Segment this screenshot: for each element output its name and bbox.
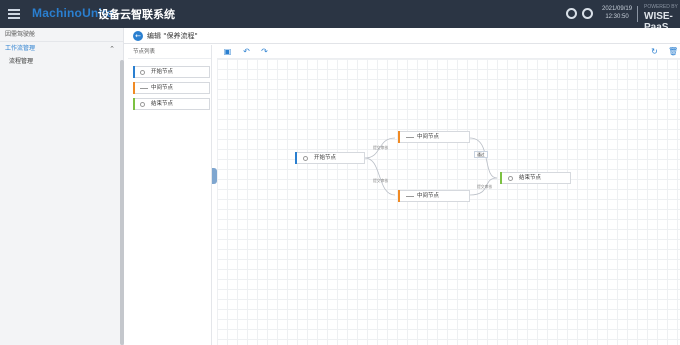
- sidebar-item-cockpit[interactable]: 因需驾驶舱: [0, 28, 123, 42]
- app-title: 设备云智联系统: [98, 8, 175, 21]
- node-color-bar: [398, 131, 400, 143]
- node-template-label: 中间节点: [151, 85, 174, 91]
- sidebar-scrollbar[interactable]: [120, 60, 124, 345]
- sidebar-group-label: 工作流管理: [5, 45, 36, 52]
- node-template-start[interactable]: 开始节点: [133, 66, 210, 78]
- powered-by-text: POWERED BY: [644, 4, 678, 10]
- dash-icon: [406, 137, 414, 138]
- page-title: 编辑 "保养流程": [147, 32, 198, 40]
- time-text: 12:30:50: [605, 14, 629, 20]
- help-icon[interactable]: [566, 8, 577, 19]
- sidebar-item-process-management[interactable]: 流程管理: [0, 56, 123, 68]
- node-color-bar: [398, 190, 400, 202]
- node-list-panel: 节点列表 开始节点 中间节点 结束节点: [128, 45, 212, 345]
- back-arrow-icon[interactable]: ←: [133, 31, 143, 41]
- edge-mid1-end: [469, 137, 498, 179]
- flow-node-middle-1[interactable]: 中间节点: [398, 131, 470, 143]
- page-header: ← 编辑 "保养流程": [124, 28, 680, 44]
- top-bar: MachinoUnite 设备云智联系统 2021/09/19 12:30:50…: [0, 0, 680, 33]
- dash-icon: [406, 196, 414, 197]
- node-template-end[interactable]: 结束节点: [133, 98, 210, 110]
- node-color-bar: [133, 98, 135, 110]
- edge-label-selected[interactable]: 通过: [474, 151, 488, 158]
- node-color-bar: [500, 172, 502, 184]
- flow-node-end[interactable]: 结束节点: [500, 172, 571, 184]
- date-text: 2021/09/19: [602, 6, 633, 12]
- edge-start-mid2: [364, 157, 396, 196]
- edge-label: 提交审核: [477, 184, 493, 189]
- flow-node-label: 开始节点: [314, 155, 337, 161]
- chevron-up-icon: ⌃: [109, 45, 115, 53]
- flow-node-start[interactable]: 开始节点: [295, 152, 365, 164]
- menu-icon[interactable]: [8, 7, 20, 19]
- node-color-bar: [295, 152, 297, 164]
- dash-icon: [140, 88, 148, 89]
- node-template-middle[interactable]: 中间节点: [133, 82, 210, 94]
- sidebar-group-workflow[interactable]: 工作流管理 ⌃: [0, 42, 123, 56]
- flow-node-label: 中间节点: [417, 134, 440, 140]
- flow-node-middle-2[interactable]: 中间节点: [398, 190, 470, 202]
- datetime: 2021/09/19 12:30:50: [602, 5, 632, 21]
- circle-icon: [508, 176, 513, 181]
- circle-icon: [140, 102, 145, 107]
- node-color-bar: [133, 82, 135, 94]
- node-color-bar: [133, 66, 135, 78]
- divider: [637, 6, 638, 22]
- node-list-title: 节点列表: [128, 45, 211, 59]
- node-template-label: 开始节点: [151, 69, 174, 75]
- flow-node-label: 中间节点: [417, 193, 440, 199]
- circle-icon: [303, 156, 308, 161]
- edge-label: 提交审核: [373, 178, 389, 183]
- edge-label: 提交审核: [373, 145, 389, 150]
- flow-canvas[interactable]: ▣ ↶ ↷ ↻ 🗑 提交审核 提交审核 通过 提交审核 开始节点 中间节点 中间…: [217, 45, 680, 345]
- user-icon[interactable]: [582, 8, 593, 19]
- flow-node-label: 结束节点: [519, 175, 542, 181]
- node-template-label: 结束节点: [151, 101, 174, 107]
- sidebar: 因需驾驶舱 工作流管理 ⌃ 流程管理: [0, 28, 124, 345]
- circle-icon: [140, 70, 145, 75]
